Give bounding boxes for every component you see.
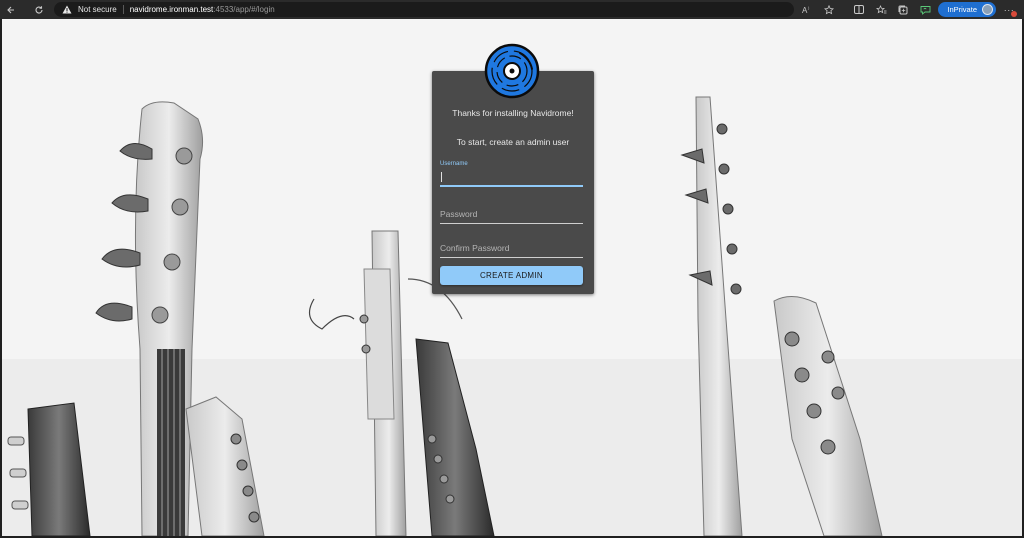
url-text[interactable]: navidrome.ironman.test:4533/app/#/login [130, 5, 275, 14]
address-separator [122, 5, 124, 14]
password-input[interactable] [440, 205, 583, 224]
inprivate-label: InPrivate [947, 5, 977, 14]
username-field: Username [440, 161, 583, 187]
svg-text:): ) [808, 5, 810, 10]
vinyl-record-icon [484, 43, 540, 99]
toolbar-actions: A) InPrivate ··· [798, 0, 1024, 19]
username-label: Username [440, 161, 468, 167]
notification-badge [1011, 11, 1017, 17]
login-card: Thanks for installing Navidrome! To star… [432, 71, 594, 294]
confirm-password-input[interactable] [440, 239, 583, 258]
refresh-icon[interactable] [30, 0, 48, 19]
split-screen-icon[interactable] [850, 2, 868, 17]
address-bar[interactable]: Not secure navidrome.ironman.test:4533/a… [54, 2, 794, 17]
read-aloud-icon[interactable]: A) [798, 2, 816, 17]
password-field [440, 204, 583, 224]
favorites-icon[interactable] [872, 2, 890, 17]
welcome-text: Thanks for installing Navidrome! [452, 108, 574, 118]
instruction-text: To start, create an admin user [456, 137, 570, 147]
warning-icon [62, 5, 72, 14]
security-status[interactable]: Not secure [78, 5, 117, 14]
confirm-password-field [440, 238, 583, 258]
more-icon[interactable]: ··· [1000, 2, 1018, 17]
text-caret [441, 172, 442, 182]
inprivate-button[interactable]: InPrivate [938, 2, 996, 17]
page-viewport: Thanks for installing Navidrome! To star… [2, 19, 1022, 536]
create-admin-button[interactable]: CREATE ADMIN [440, 266, 583, 285]
browser-toolbar: Not secure navidrome.ironman.test:4533/a… [0, 0, 1024, 19]
back-icon[interactable] [2, 0, 20, 19]
collections-icon[interactable] [894, 2, 912, 17]
username-input[interactable] [440, 169, 583, 187]
favorite-icon[interactable] [820, 2, 838, 17]
avatar [982, 4, 993, 15]
feedback-icon[interactable] [916, 2, 934, 17]
